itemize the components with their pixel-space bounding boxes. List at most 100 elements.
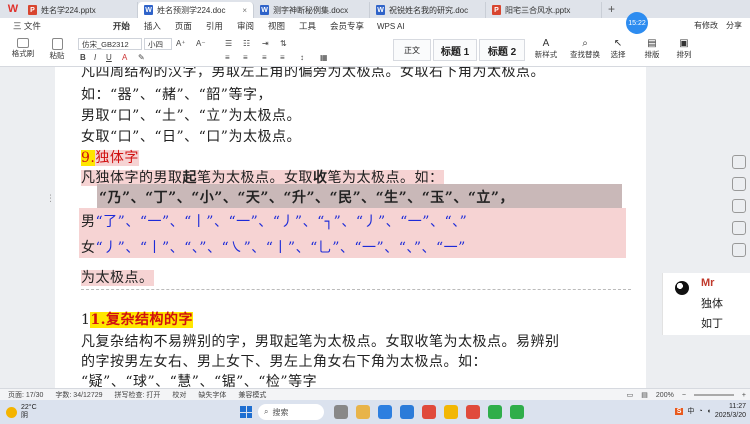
app-icon[interactable]	[444, 405, 458, 419]
indent-icon[interactable]: ⇥	[262, 39, 269, 48]
page-indicator[interactable]: 页面: 17/30	[8, 390, 43, 400]
bold-button[interactable]: B	[80, 53, 86, 62]
menu-item-tools[interactable]: 工具	[292, 20, 323, 32]
select-button[interactable]: ↖ 选择	[606, 38, 630, 60]
word-count[interactable]: 字数: 34/12729	[55, 390, 102, 400]
new-tab-button[interactable]: +	[608, 2, 615, 16]
windows-start-icon[interactable]	[240, 406, 252, 418]
has-changes-indicator[interactable]: 有修改	[694, 20, 718, 31]
language-indicator[interactable]: 中	[687, 406, 694, 416]
panel-tool-icon[interactable]	[732, 155, 746, 169]
doc-tab-3[interactable]: W 测字神断秘例集.docx	[254, 2, 370, 18]
menu-item-reference[interactable]: 引用	[199, 20, 230, 32]
volume-icon[interactable]: ◖	[707, 408, 711, 415]
zoom-level[interactable]: 200%	[656, 392, 674, 399]
wps-ai-button[interactable]: WPS AI	[377, 22, 405, 31]
font-size-select[interactable]: 小四	[144, 38, 172, 50]
font-name-select[interactable]: 仿宋_GB2312	[78, 38, 142, 50]
document-page[interactable]: 凡四周结构的汉字，男取左上角的偏旁为太极点。女取右下角为太极点。 如：“器”、“…	[55, 67, 646, 388]
network-icon[interactable]: ◔	[698, 408, 702, 415]
spell-check-toggle[interactable]: 拼写检查: 打开	[115, 390, 161, 400]
doc-tab-label: 测字神断秘例集.docx	[273, 5, 349, 15]
clock[interactable]: 11:27 2025/3/20	[715, 402, 746, 420]
find-replace-button[interactable]: ⌕ 查找替换	[568, 38, 602, 60]
wps-app-icon[interactable]	[422, 405, 436, 419]
doc-tab-5[interactable]: P 阳宅三合风水.pptx	[486, 2, 602, 18]
style-heading-1[interactable]: 标题 1	[433, 39, 477, 61]
zoom-slider[interactable]	[693, 394, 734, 396]
menu-item-home[interactable]: 开始	[106, 20, 137, 32]
clock-date: 2025/3/20	[714, 412, 746, 419]
panel-tool-icon[interactable]	[732, 243, 746, 257]
task-view-icon[interactable]	[334, 405, 348, 419]
doc-tab-2[interactable]: W 姓名预测学224.doc ×	[138, 2, 254, 18]
new-style-label: 新样式	[534, 50, 558, 59]
system-tray: S 中 ◔ ◖ 11:27 2025/3/20	[674, 402, 746, 420]
grow-font-icon[interactable]: A⁺	[176, 39, 186, 48]
view-mode-icon[interactable]: ▤	[641, 391, 648, 399]
panel-tool-icon[interactable]	[732, 177, 746, 191]
weather-widget[interactable]: 22°C 阴	[6, 404, 37, 420]
panel-tool-icon[interactable]	[732, 221, 746, 235]
zoom-in-button[interactable]: +	[742, 392, 746, 399]
taskbar-search[interactable]: ⌕ 搜索	[258, 404, 324, 420]
underline-button[interactable]: U	[106, 53, 112, 62]
doc-tab-4[interactable]: W 祝锐姓名我的研究.doc	[370, 2, 486, 18]
share-button[interactable]: 分享	[726, 20, 742, 31]
heading-text: 1.复杂结构的字	[90, 312, 194, 328]
style-heading-2[interactable]: 标题 2	[479, 39, 525, 61]
heading-prefix: 1	[81, 312, 91, 328]
wps-logo-icon[interactable]: W	[4, 2, 22, 16]
format-painter-button[interactable]: 格式刷	[6, 38, 40, 59]
panel-tool-icon[interactable]	[732, 199, 746, 213]
italic-button[interactable]: I	[94, 53, 96, 62]
align-center-icon[interactable]: ≡	[243, 53, 248, 62]
doc-line: 如：“器”、“赭”、“韶”等字，	[81, 87, 272, 103]
sort-icon[interactable]: ⇅	[280, 39, 287, 48]
justify-icon[interactable]: ≡	[280, 53, 285, 62]
menu-item-page[interactable]: 页面	[168, 20, 199, 32]
align-left-icon[interactable]: ≡	[225, 53, 230, 62]
proofread-button[interactable]: 校对	[172, 390, 186, 400]
numbering-icon[interactable]: ☷	[243, 39, 250, 48]
clipboard-icon	[51, 38, 63, 50]
layout-button[interactable]: ▤ 排版	[640, 38, 664, 60]
new-style-button[interactable]: A 新样式	[532, 38, 560, 60]
file-explorer-icon[interactable]	[356, 405, 370, 419]
shrink-font-icon[interactable]: A⁻	[196, 39, 206, 48]
arrange-icon: ▣	[679, 38, 689, 49]
borders-icon[interactable]: ▦	[320, 53, 328, 62]
arrange-button[interactable]: ▣ 排列	[672, 38, 696, 60]
menu-file[interactable]: 三 文件	[6, 20, 48, 32]
style-normal[interactable]: 正文	[393, 39, 431, 61]
menu-item-review[interactable]: 审阅	[230, 20, 261, 32]
pptx-file-icon: P	[28, 5, 37, 15]
doc-line: 女“丿”、“丨”、“、”、“㇏”、“丨”、“乚”、“一”、“、”、“一”	[81, 237, 466, 257]
view-mode-icon[interactable]: ▭	[627, 391, 634, 399]
app-icon[interactable]	[466, 405, 480, 419]
menu-item-member[interactable]: 会员专享	[323, 20, 371, 32]
doc-line: 男取“口”、“土”、“立”为太极点。	[81, 108, 301, 124]
font-color-button[interactable]: A	[122, 53, 127, 62]
side-preview-panel[interactable]: Mr 独体 如丁	[662, 273, 750, 335]
app-icon[interactable]	[510, 405, 524, 419]
line-spacing-icon[interactable]: ↕	[300, 53, 304, 62]
close-icon[interactable]: ×	[242, 6, 247, 15]
doc-line: 女取“口”、“日”、“口”为太极点。	[81, 129, 301, 145]
status-bar: 页面: 17/30 字数: 34/12729 拼写检查: 打开 校对 缺失字体 …	[0, 388, 750, 400]
store-icon[interactable]	[400, 405, 414, 419]
highlight-button[interactable]: ✎	[138, 53, 145, 62]
bullets-icon[interactable]: ☰	[225, 39, 232, 48]
input-method-icon[interactable]: S	[674, 407, 684, 415]
align-right-icon[interactable]: ≡	[262, 53, 267, 62]
weather-text: 阴	[21, 412, 28, 419]
zoom-out-button[interactable]: −	[682, 392, 686, 399]
menu-item-view[interactable]: 视图	[261, 20, 292, 32]
edge-icon[interactable]	[378, 405, 392, 419]
missing-font-warning[interactable]: 缺失字体	[198, 390, 226, 400]
paste-button[interactable]: 粘贴	[44, 38, 70, 61]
doc-tab-1[interactable]: P 姓名学224.pptx	[22, 2, 138, 18]
doc-tab-label: 阳宅三合风水.pptx	[505, 5, 571, 15]
menu-item-insert[interactable]: 插入	[137, 20, 168, 32]
wechat-icon[interactable]	[488, 405, 502, 419]
